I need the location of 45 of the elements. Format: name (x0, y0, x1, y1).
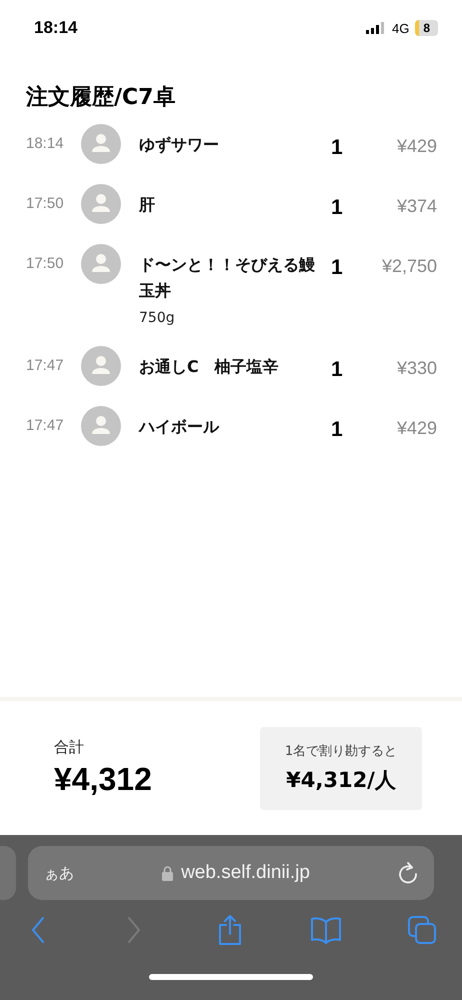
split-label: 1名で割り勘すると (284, 743, 398, 760)
back-icon (30, 916, 46, 944)
page-title: 注文履歴/C7卓 (26, 84, 176, 112)
address-bar[interactable]: ぁあ web.self.dinii.jp (28, 846, 434, 900)
signal-icon (366, 22, 386, 34)
book-icon (310, 916, 342, 944)
item-quantity: 1 (331, 418, 344, 442)
item-price: ¥330 (396, 358, 437, 379)
reload-icon[interactable] (398, 862, 418, 884)
item-name: 肝 (139, 194, 156, 216)
item-quantity: 1 (331, 256, 344, 280)
forward-icon (126, 916, 142, 944)
status-time: 18:14 (34, 18, 78, 38)
item-name: お通しC 柚子塩辛 (139, 356, 280, 378)
item-name: ハイボール (139, 416, 220, 438)
order-time: 17:47 (26, 357, 65, 374)
order-time: 17:50 (26, 195, 65, 212)
item-option: 750g (139, 310, 319, 326)
avatar-icon (81, 124, 121, 164)
share-icon (217, 914, 243, 946)
avatar-icon (81, 406, 121, 446)
total-amount: ¥4,312 (54, 761, 152, 798)
item-price: ¥429 (396, 136, 437, 157)
avatar-icon (81, 184, 121, 224)
item-name: ゆずサワー (139, 134, 220, 156)
network-label: 4G (392, 20, 410, 36)
split-amount: ¥4,312/人 (286, 767, 396, 794)
order-time: 17:50 (26, 255, 65, 272)
total-label: 合計 (54, 738, 85, 757)
battery-indicator: 8 (415, 20, 438, 36)
order-time: 17:47 (26, 417, 65, 434)
avatar-icon (81, 346, 121, 386)
avatar-icon (81, 244, 121, 284)
item-quantity: 1 (331, 136, 344, 160)
item-name: ド〜ンと！！そびえる鰻玉丼 (139, 254, 316, 302)
order-time: 18:14 (26, 135, 65, 152)
lock-icon (162, 866, 174, 880)
item-quantity: 1 (331, 196, 344, 220)
item-price: ¥2,750 (380, 256, 437, 277)
item-price: ¥429 (396, 418, 437, 439)
item-quantity: 1 (331, 358, 344, 382)
tabs-icon (407, 915, 437, 945)
item-price: ¥374 (396, 196, 437, 217)
url-text: web.self.dinii.jp (181, 862, 310, 884)
text-size-button[interactable]: ぁあ (44, 864, 74, 882)
